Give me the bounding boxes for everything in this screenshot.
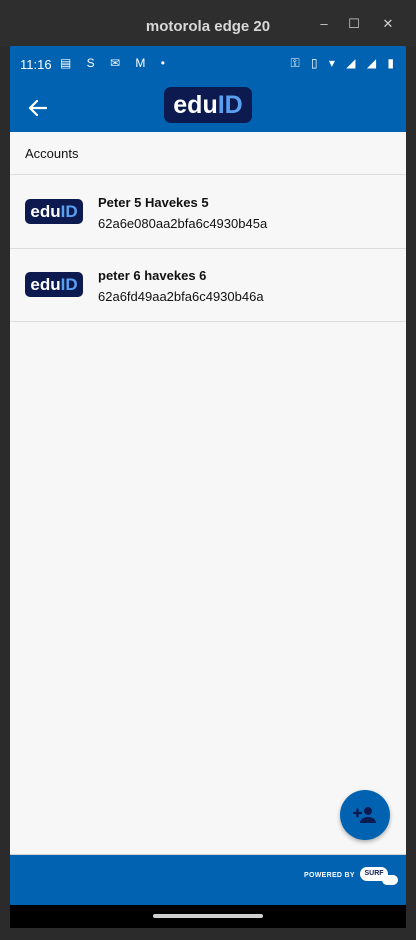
footer: POWERED BY SURF	[10, 854, 406, 906]
account-uid: 62a6e080aa2bfa6c4930b45a	[98, 216, 268, 231]
minimize-button[interactable]: –	[314, 14, 334, 34]
home-gesture-bar[interactable]	[153, 914, 263, 918]
app-bar: eduID	[10, 84, 406, 132]
account-row[interactable]: eduID peter 6 havekes 6 62a6fd49aa2bfa6c…	[10, 248, 406, 322]
accounts-header: Accounts	[10, 132, 406, 175]
logo-suffix: ID	[60, 275, 78, 294]
account-name: Peter 5 Havekes 5	[98, 195, 209, 210]
window-titlebar: motorola edge 20 – ☐ ✕	[0, 0, 416, 46]
maximize-button[interactable]: ☐	[344, 14, 364, 34]
add-account-button[interactable]	[340, 790, 390, 840]
logo-prefix: edu	[173, 91, 218, 119]
account-name: peter 6 havekes 6	[98, 268, 207, 283]
logo-prefix: edu	[30, 275, 61, 294]
system-nav-bar	[10, 905, 406, 928]
eduid-logo: eduID	[164, 87, 252, 123]
powered-by-label: POWERED BY	[304, 872, 355, 879]
add-person-icon	[353, 807, 376, 823]
close-button[interactable]: ✕	[378, 14, 398, 34]
logo-suffix: ID	[217, 91, 243, 119]
status-time: 11:16	[20, 57, 52, 72]
arrow-left-icon[interactable]	[24, 94, 52, 122]
status-bar: 11:16 ▤ S ✉ M • ⚿ ▯ ▾ ◢ ◢ ▮	[10, 46, 406, 84]
account-row[interactable]: eduID Peter 5 Havekes 5 62a6e080aa2bfa6c…	[10, 175, 406, 249]
logo-suffix: ID	[60, 202, 78, 221]
section-title: Accounts	[25, 146, 79, 161]
account-logo: eduID	[25, 199, 83, 224]
account-uid: 62a6fd49aa2bfa6c4930b46a	[98, 289, 264, 304]
surf-logo: SURF	[360, 867, 388, 881]
phone-screen: 11:16 ▤ S ✉ M • ⚿ ▯ ▾ ◢ ◢ ▮ eduID Accoun…	[10, 46, 406, 928]
logo-prefix: edu	[30, 202, 61, 221]
account-logo: eduID	[25, 272, 83, 297]
system-icons: ⚿ ▯ ▾ ◢ ◢ ▮	[290, 56, 398, 70]
notification-icons: ▤ S ✉ M •	[60, 56, 171, 70]
